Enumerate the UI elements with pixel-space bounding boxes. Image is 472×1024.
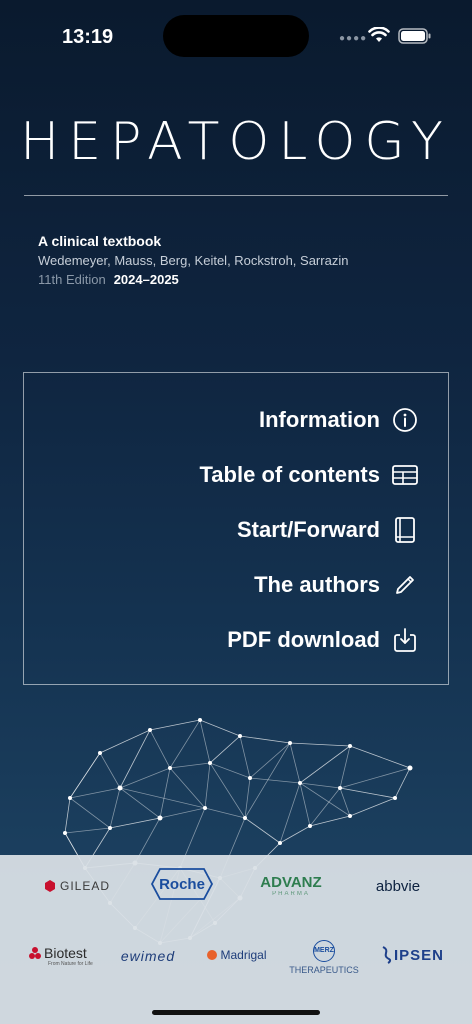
menu-item-the-authors[interactable]: The authors [254, 565, 418, 605]
sponsor-merz-logo[interactable]: MERZ THERAPEUTICS [289, 937, 359, 977]
wifi-icon [368, 27, 390, 42]
madrigal-mark-icon [207, 950, 218, 960]
menu-item-pdf-download[interactable]: PDF download [227, 620, 418, 660]
book-icon [392, 517, 418, 543]
status-bar: 13:19 ●●●● [0, 0, 472, 70]
signal-dots-icon: ●●●● [339, 33, 368, 44]
sponsor-advanz-logo[interactable]: ADVANZ PHARMA [258, 873, 324, 901]
merz-badge-icon: MERZ [313, 939, 335, 962]
sponsor-ewimed-name: ewimed [120, 948, 176, 964]
menu-item-label: The authors [254, 572, 380, 597]
sponsor-biotest-sub: From Nature for Life [48, 961, 93, 967]
book-info: A clinical textbook Wedemeyer, Mauss, Be… [38, 233, 348, 287]
menu-item-label: Start/Forward [236, 517, 380, 542]
menu-item-label: Information [259, 407, 380, 432]
menu-item-information[interactable]: Information [259, 400, 418, 440]
info-icon [392, 407, 418, 433]
sponsor-abbvie-name: abbvie [375, 877, 421, 895]
status-time: 13:19 [62, 26, 114, 48]
gilead-mark-icon [44, 880, 55, 892]
battery-icon [398, 28, 431, 44]
sponsor-advanz-name: ADVANZ [260, 874, 322, 891]
dynamic-island [163, 15, 309, 57]
title-divider [24, 195, 448, 196]
menu-item-table-of-contents[interactable]: Table of contents [200, 455, 419, 495]
sponsor-ipsen-logo[interactable]: IPSEN [372, 943, 452, 967]
table-icon [392, 462, 418, 488]
edition-label: 11th Edition [38, 272, 106, 287]
edition-line: 11th Edition 2024–2025 [38, 272, 348, 287]
book-subtitle: A clinical textbook [38, 233, 162, 249]
menu-item-label: PDF download [227, 627, 380, 652]
sponsor-madrigal-logo[interactable]: Madrigal [204, 944, 270, 966]
edition-years: 2024–2025 [113, 272, 179, 287]
sponsor-advanz-sub: PHARMA [272, 891, 310, 897]
sponsor-biotest-logo[interactable]: Biotest From Nature for Life [28, 941, 94, 971]
sponsor-ewimed-logo[interactable]: ewimed [115, 945, 181, 967]
sponsor-bar: GILEAD Roche ADVANZ PHARMA abbvie Biotes… [0, 855, 472, 1024]
sponsor-merz-name: MERZ [314, 947, 334, 954]
home-indicator[interactable] [152, 1010, 320, 1015]
download-icon [392, 627, 418, 653]
sponsor-biotest-name: Biotest [44, 945, 87, 961]
sponsor-roche-name: Roche [159, 875, 205, 893]
sponsor-roche-logo[interactable]: Roche [150, 867, 214, 901]
sponsor-ipsen-name: IPSEN [393, 946, 444, 964]
sponsor-gilead-logo[interactable]: GILEAD [42, 875, 112, 897]
menu-item-label: Table of contents [199, 462, 381, 487]
biotest-mark-icon [29, 947, 41, 959]
sponsor-merz-sub: THERAPEUTICS [289, 964, 359, 975]
ipsen-mark-icon [382, 946, 392, 964]
pencil-icon [392, 572, 418, 598]
menu-item-start-forward[interactable]: Start/Forward [237, 510, 418, 550]
book-authors: Wedemeyer, Mauss, Berg, Keitel, Rockstro… [38, 253, 349, 268]
app-title: HEPATOLOGY [20, 112, 452, 172]
sponsor-madrigal-name: Madrigal [220, 948, 267, 962]
sponsor-abbvie-logo[interactable]: abbvie [364, 875, 432, 897]
sponsor-gilead-name: GILEAD [59, 879, 110, 893]
main-menu: Information Table of contents Start/Forw… [23, 372, 449, 685]
